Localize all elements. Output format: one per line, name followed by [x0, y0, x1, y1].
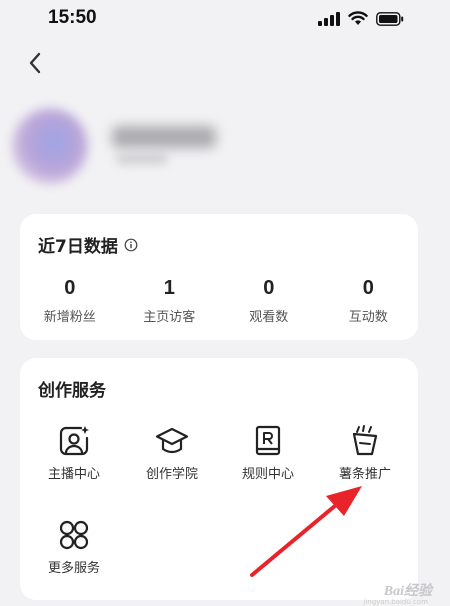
services-card: 创作服务 主播中心 创作学院 规则中心 薯条推广 更多服务: [20, 358, 418, 600]
stat-views[interactable]: 0 观看数: [219, 276, 319, 325]
watermark-text: Bai: [383, 584, 404, 599]
watermark-sub: jingyan.baidu.com: [363, 598, 428, 606]
services-title: 创作服务: [38, 381, 106, 401]
profile-header[interactable]: [12, 108, 432, 188]
avatar[interactable]: [12, 108, 88, 184]
stats-title: 近7日数据: [38, 232, 138, 257]
stat-label: 新增粉丝: [43, 310, 96, 325]
stats-row: 0 新增粉丝 1 主页访客 0 观看数 0 互动数: [20, 276, 418, 325]
service-label: 主播中心: [47, 467, 100, 482]
service-more[interactable]: 更多服务: [24, 518, 124, 576]
stat-label: 观看数: [249, 310, 289, 325]
wifi-icon: [348, 11, 368, 25]
status-icons: [318, 11, 404, 26]
status-time: 15:50: [48, 7, 97, 28]
back-button[interactable]: [20, 48, 50, 78]
service-label: 更多服务: [47, 561, 100, 576]
battery-icon: [376, 11, 404, 26]
stats-title-text: 近7日数据: [38, 237, 118, 257]
stat-new-fans[interactable]: 0 新增粉丝: [20, 276, 120, 325]
service-label: 薯条推广: [338, 467, 391, 482]
info-icon[interactable]: [124, 238, 138, 252]
anchor-center-icon: [59, 426, 89, 456]
watermark: Bai经验: [384, 580, 432, 600]
stat-value: 0: [263, 277, 275, 299]
chevron-left-icon: [29, 52, 41, 74]
service-label: 规则中心: [241, 467, 294, 482]
watermark-text2: 经验: [404, 584, 432, 599]
service-label: 创作学院: [145, 467, 198, 482]
stat-value: 1: [163, 277, 175, 299]
status-bar: 15:50: [0, 0, 450, 38]
service-creator-academy[interactable]: 创作学院: [122, 424, 222, 482]
stat-value: 0: [64, 277, 76, 299]
rule-book-icon: [255, 425, 281, 456]
user-subtitle-blurred: [116, 154, 168, 164]
service-rules-center[interactable]: 规则中心: [218, 424, 318, 482]
stat-interactions[interactable]: 0 互动数: [319, 276, 419, 325]
fries-icon: [352, 425, 378, 456]
signal-icon: [318, 11, 340, 26]
grid-circles-icon: [59, 520, 89, 550]
stat-value: 0: [362, 277, 374, 299]
stat-label: 互动数: [348, 310, 388, 325]
stat-home-visitors[interactable]: 1 主页访客: [120, 276, 220, 325]
service-anchor-center[interactable]: 主播中心: [24, 424, 124, 482]
service-fries-promotion[interactable]: 薯条推广: [315, 424, 415, 482]
graduation-cap-icon: [155, 427, 189, 454]
stats-card: 近7日数据 0 新增粉丝 1 主页访客 0 观看数 0 互动数: [20, 214, 418, 340]
username-blurred: [112, 126, 216, 148]
stat-label: 主页访客: [143, 310, 196, 325]
